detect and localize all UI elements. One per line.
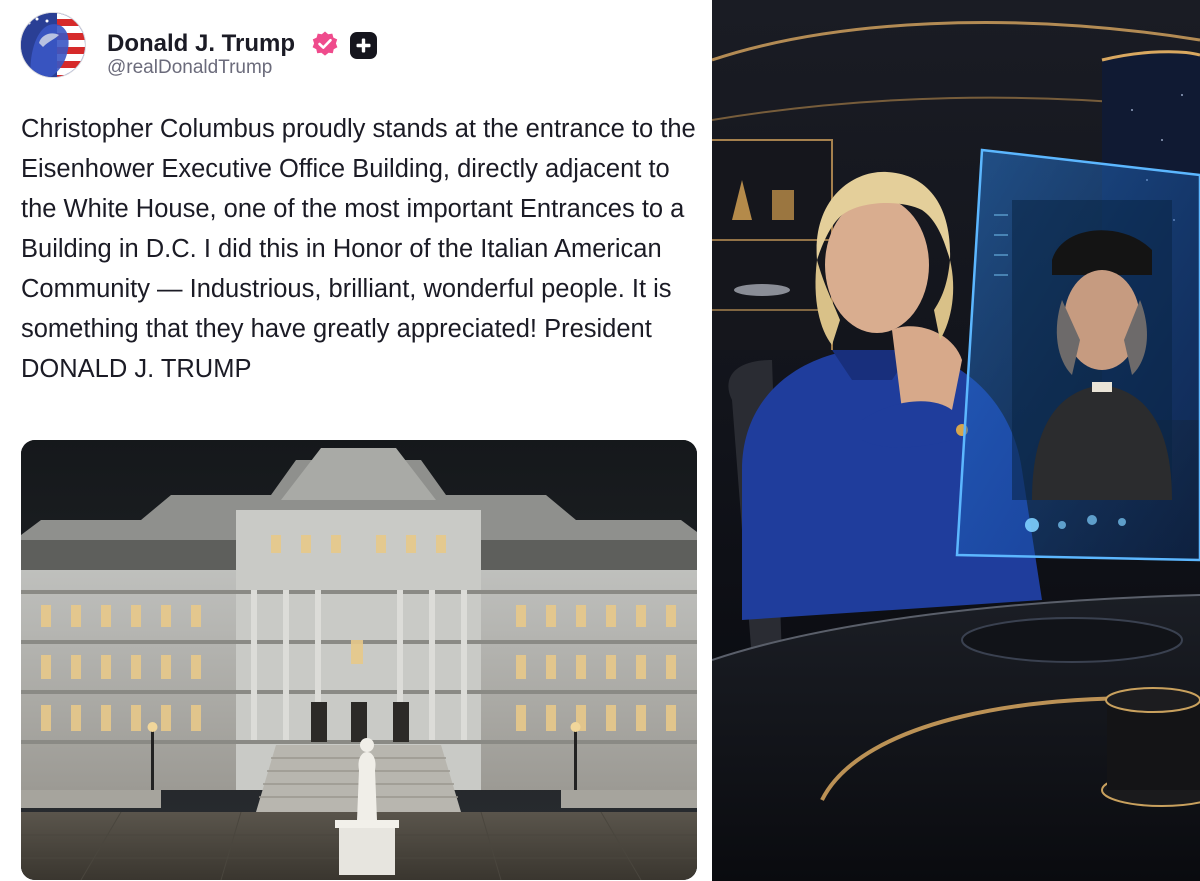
post-header: Donald J. Trump @realDonaldTrump	[20, 12, 700, 78]
verified-badge-icon	[311, 30, 339, 58]
post-text: Christopher Columbus proudly stands at t…	[21, 115, 696, 383]
eisenhower-building-photo[interactable]	[21, 440, 697, 880]
display-name[interactable]: Donald J. Trump	[107, 30, 295, 58]
plus-icon[interactable]	[350, 32, 377, 59]
user-handle[interactable]: @realDonaldTrump	[107, 57, 272, 79]
scifi-columbus-artwork[interactable]	[712, 0, 1200, 881]
avatar[interactable]	[20, 12, 86, 78]
avatar-image	[21, 13, 85, 77]
hologram-panel	[955, 148, 1200, 562]
post-card: Donald J. Trump @realDonaldTrump Christo…	[0, 0, 712, 881]
